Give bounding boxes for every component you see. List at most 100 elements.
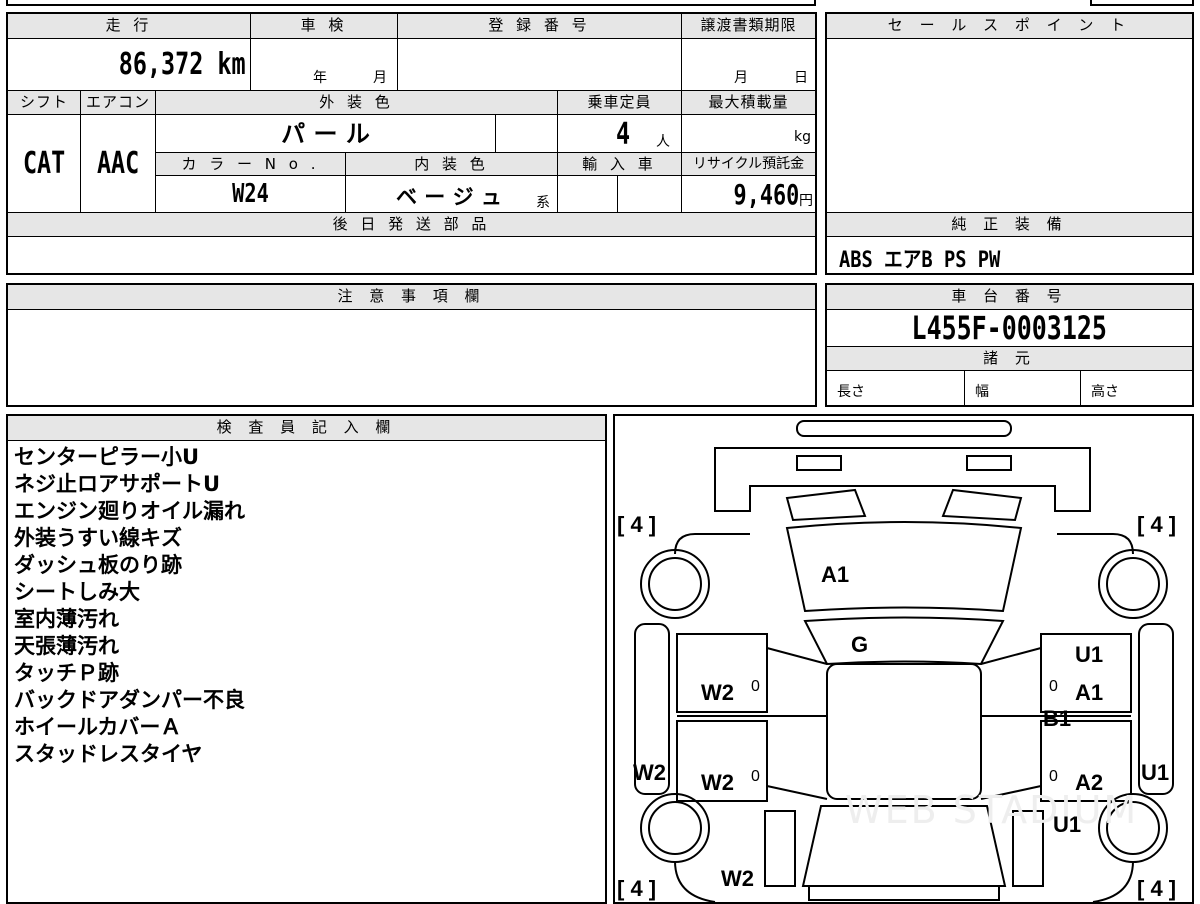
vehicle-info-table: 走 行 車 検 登 録 番 号 譲渡書類期限 86,372 km 年 月 月 日… (6, 12, 817, 275)
specs-length-cell: 長さ (827, 371, 965, 405)
list-item: バックドアダンパー不良 (14, 688, 245, 712)
list-item: スタッドレスタイヤ (14, 742, 203, 766)
right-front-zero: 0 (1049, 678, 1058, 695)
sales-point-box: セ ー ル ス ポ イ ン ト 純 正 装 備 ABS エアB PS PW (825, 12, 1194, 275)
chassis-box: 車 台 番 号 L455F-0003125 諸 元 長さ 幅 高さ (825, 283, 1194, 407)
chassis-label: 車 台 番 号 (827, 285, 1192, 310)
list-item: 外装うすい線キズ (14, 526, 182, 550)
equipment-value: ABS エアB PS PW (839, 248, 1001, 273)
list-item: ダッシュ板のり跡 (14, 553, 182, 577)
import-value-cell-2 (618, 176, 682, 213)
transfer-deadline-cell: 月 日 (682, 39, 815, 91)
recycle-unit: 円 (799, 193, 813, 209)
list-item: 室内薄汚れ (14, 607, 119, 631)
right-rear-zero: 0 (1049, 768, 1058, 785)
color-no-value: W24 (232, 179, 269, 209)
aircon-value-cell: AAC (81, 115, 156, 213)
list-item: 天張薄汚れ (14, 634, 119, 658)
mileage-value: 86,372 km (119, 47, 246, 82)
exterior-color-value-cell: パ ー ル (156, 115, 496, 153)
list-item: タッチＰ跡 (14, 661, 119, 685)
import-label: 輸 入 車 (558, 153, 682, 176)
max-load-value-cell: kg (682, 115, 815, 153)
shift-value-cell: CAT (8, 115, 81, 213)
left-rear-quarter-damage: W2 (721, 866, 754, 891)
capacity-value-cell: 4 人 (558, 115, 682, 153)
inspector-notes-list: センターピラー小U ネジ止ロアサポートU エンジン廻りオイル漏れ 外装うすい線キ… (14, 444, 594, 768)
list-item: ネジ止ロアサポートU (14, 472, 221, 496)
shaken-label: 車 検 (251, 14, 398, 39)
capacity-value: 4 (615, 117, 631, 152)
later-parts-label: 後 日 発 送 部 品 (8, 213, 815, 237)
recycle-label: リサイクル預託金 (682, 153, 815, 176)
windshield-damage: G (851, 632, 869, 657)
max-load-unit: kg (794, 129, 811, 145)
exterior-color-value: パ ー ル (281, 120, 370, 148)
import-value-cell (558, 176, 618, 213)
notes-label: 注 意 事 項 欄 (8, 285, 815, 310)
chassis-value: L455F-0003125 (911, 309, 1108, 347)
chassis-value-cell: L455F-0003125 (827, 309, 1192, 347)
sales-point-label: セ ー ル ス ポ イ ン ト (827, 14, 1192, 39)
recycle-value: 9,460 (733, 178, 799, 211)
mileage-label: 走 行 (8, 14, 251, 39)
list-item: エンジン廻りオイル漏れ (14, 499, 245, 523)
mileage-value-cell: 86,372 km (8, 39, 251, 91)
left-front-zero: 0 (751, 678, 760, 695)
capacity-label: 乗車定員 (558, 91, 682, 115)
top-strip (6, 0, 816, 6)
interior-color-value-cell: ベ ー ジ ュ 系 (346, 176, 558, 213)
right-front-door-damage: A1 (1075, 680, 1104, 705)
vehicle-damage-diagram: WEB STADIUM [ 4 ] [ 4 ] [ 4 ] [ 4 ] A1 G… (613, 414, 1194, 904)
specs-length-label: 長さ (837, 384, 865, 400)
specs-width-cell: 幅 (965, 371, 1081, 405)
interior-color-value: ベ ー ジ ュ (396, 185, 502, 209)
equipment-label: 純 正 装 備 (827, 213, 1192, 237)
interior-color-label: 内 装 色 (346, 153, 558, 176)
color-no-label: カ ラ ー N o . (156, 153, 346, 176)
registration-label: 登 録 番 号 (398, 14, 682, 39)
list-item: シートしみ大 (14, 580, 140, 604)
registration-value-cell (398, 39, 682, 91)
left-front-door-damage: W2 (701, 680, 734, 705)
capacity-unit: 人 (656, 134, 670, 150)
transfer-month-unit: 月 (734, 70, 748, 86)
transfer-deadline-label: 譲渡書類期限 (682, 14, 815, 39)
specs-label: 諸 元 (827, 347, 1192, 371)
recycle-value-cell: 9,460 円 (682, 176, 815, 213)
shift-value: CAT (22, 146, 66, 181)
left-rear-zero: 0 (751, 768, 760, 785)
shift-label: シフト (8, 91, 81, 115)
aircon-value: AAC (96, 146, 140, 181)
hood-damage: A1 (821, 562, 850, 587)
right-rear-door-damage: A2 (1075, 770, 1104, 795)
right-center-damage: B1 (1043, 706, 1072, 731)
shaken-year-unit: 年 (313, 70, 327, 86)
aircon-label: エアコン (81, 91, 156, 115)
exterior-color-label: 外 装 色 (156, 91, 558, 115)
specs-height-label: 高さ (1091, 384, 1119, 400)
right-side-panel-damage: U1 (1141, 760, 1170, 785)
exterior-color-extra-cell (496, 115, 558, 153)
left-rear-door-damage: W2 (701, 770, 734, 795)
tire-fr-label: [ 4 ] (1137, 512, 1177, 537)
max-load-label: 最大積載量 (682, 91, 815, 115)
tire-rl-label: [ 4 ] (617, 876, 657, 901)
inspector-label: 検 査 員 記 入 欄 (8, 416, 605, 441)
specs-width-label: 幅 (975, 384, 989, 400)
tire-fl-label: [ 4 ] (617, 512, 657, 537)
list-item: ホイールカバーＡ (14, 715, 182, 739)
notes-box: 注 意 事 項 欄 (6, 283, 817, 407)
color-no-value-cell: W24 (156, 176, 346, 213)
shaken-month-unit: 月 (373, 70, 387, 86)
inspector-box: 検 査 員 記 入 欄 センターピラー小U ネジ止ロアサポートU エンジン廻りオ… (6, 414, 607, 904)
interior-color-suffix: 系 (536, 195, 550, 211)
tire-rr-label: [ 4 ] (1137, 876, 1177, 901)
right-pillar-damage: U1 (1075, 642, 1104, 667)
top-strip-right (1090, 0, 1194, 6)
list-item: センターピラー小U (14, 445, 200, 469)
later-parts-value-cell (8, 237, 815, 273)
left-side-panel-damage: W2 (633, 760, 666, 785)
specs-height-cell: 高さ (1081, 371, 1192, 405)
right-rear-quarter-damage: U1 (1053, 812, 1082, 837)
